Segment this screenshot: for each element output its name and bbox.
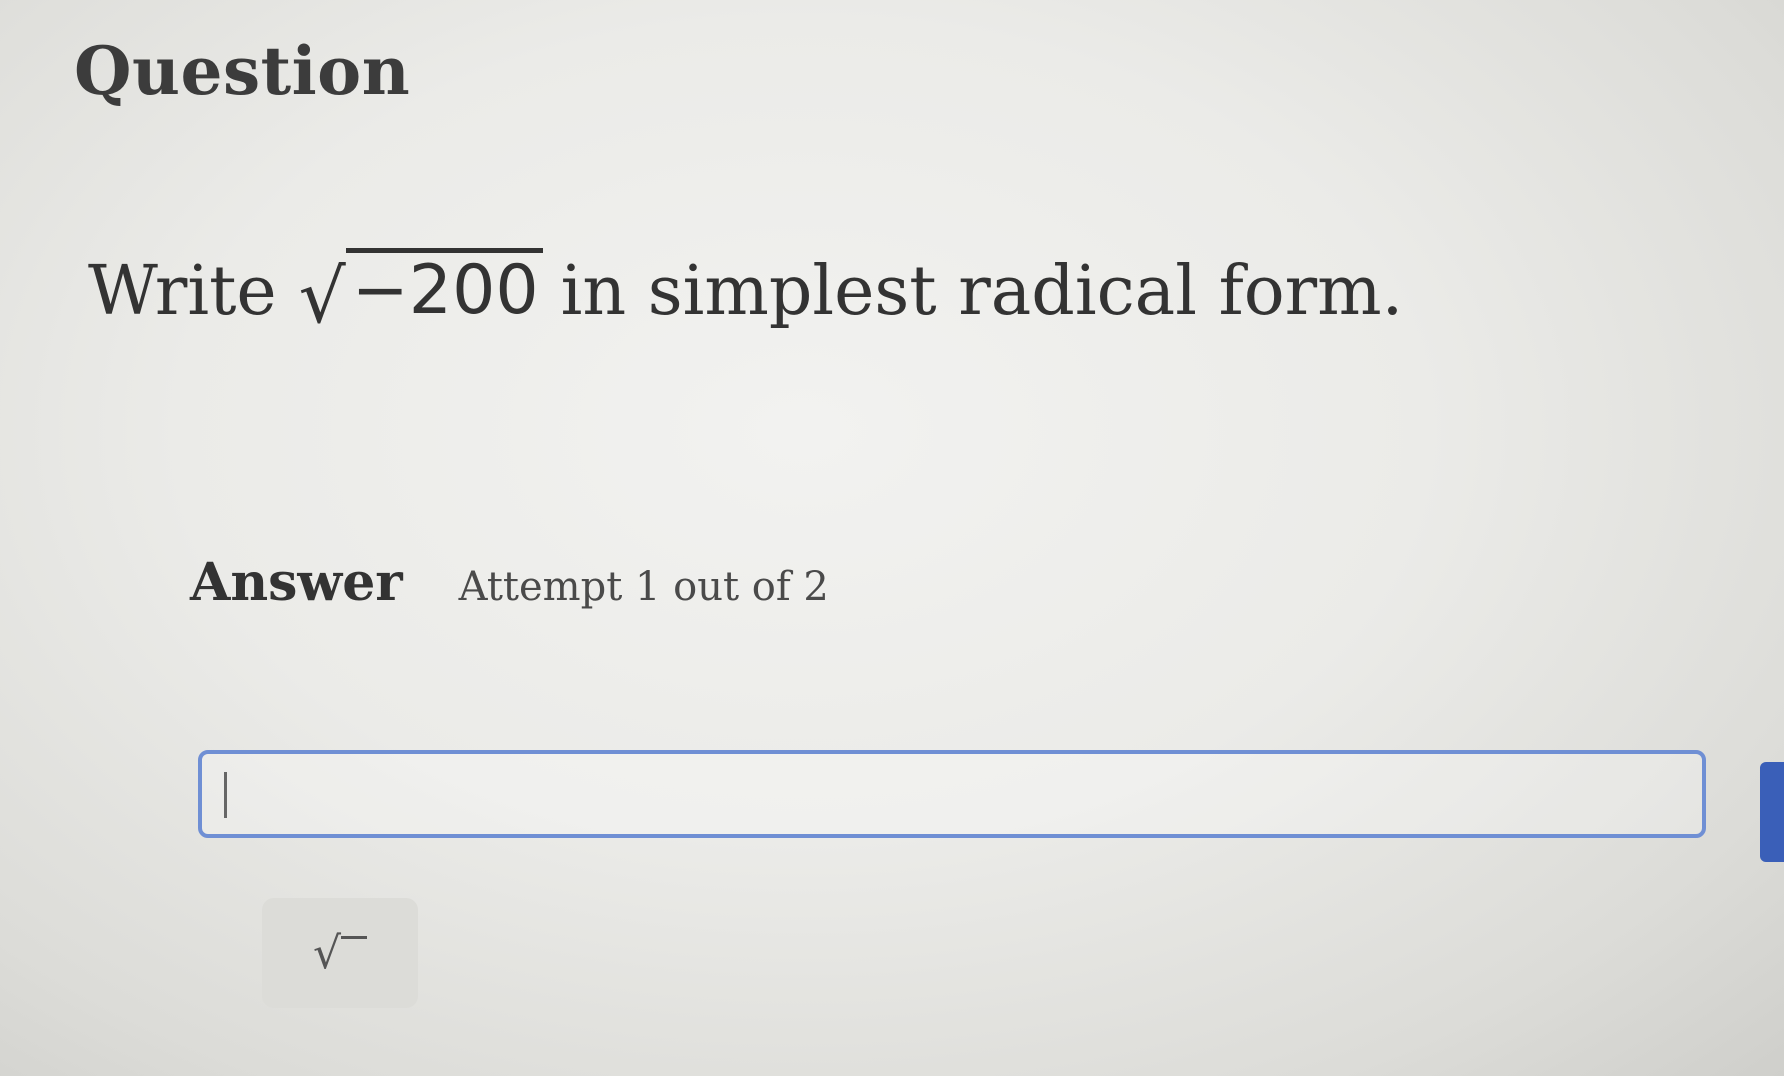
prompt-before: Write (88, 252, 277, 332)
answer-label: Answer (190, 552, 403, 613)
sqrt-bar (341, 935, 368, 939)
sqrt-icon: √ (312, 927, 368, 979)
answer-header: Answer Attempt 1 out of 2 (190, 552, 829, 613)
submit-button-edge[interactable] (1760, 762, 1784, 862)
radical-sign: √ (298, 254, 346, 341)
attempt-counter: Attempt 1 out of 2 (458, 564, 829, 610)
sqrt-button[interactable]: √ (262, 898, 418, 1008)
radicand: −200 (345, 248, 543, 326)
answer-input[interactable] (198, 750, 1706, 838)
question-prompt: Write √ −200 in simplest radical form. (88, 248, 1404, 334)
prompt-after: in simplest radical form. (560, 252, 1404, 332)
sqrt-symbol: √ (312, 927, 342, 979)
text-caret (224, 772, 227, 818)
radical-expression: √ −200 (299, 248, 543, 334)
question-heading: Question (74, 32, 411, 110)
